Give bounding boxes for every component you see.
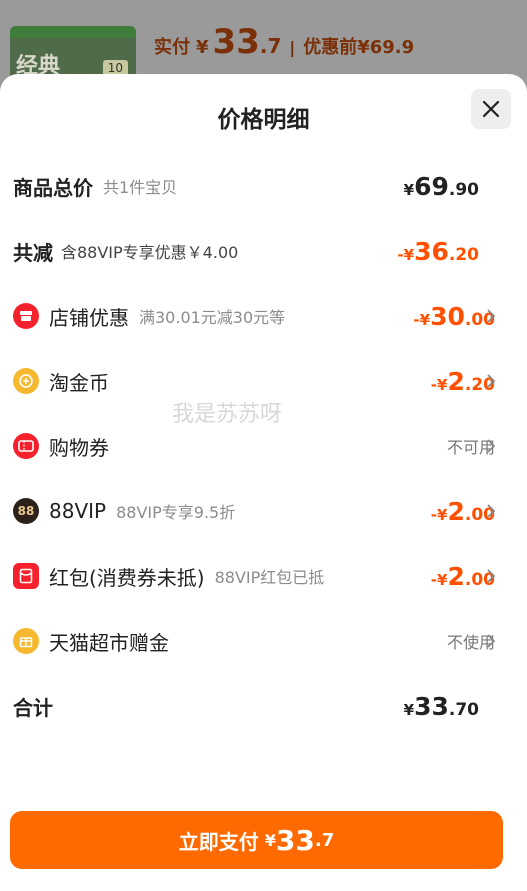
chevron-right-icon xyxy=(487,569,496,583)
tmall-gift-icon xyxy=(13,628,39,654)
bg-pay-int: 33 xyxy=(212,22,260,62)
bg-original-label: 优惠前 xyxy=(303,37,358,58)
red-packet-icon xyxy=(13,563,39,589)
watermark: 我是苏苏呀 xyxy=(172,402,283,427)
88vip-label: 88VIP xyxy=(49,499,107,523)
row-88vip[interactable]: 88 88VIP 88VIP专享9.5折 - ¥2.00 xyxy=(0,491,527,531)
pay-now-label: 立即支付 xyxy=(178,829,259,854)
pay-now-currency: ¥ xyxy=(264,830,276,850)
red-packet-note: 88VIP红包已抵 xyxy=(214,568,325,587)
pay-now-button[interactable]: 立即支付 ¥ 33 .7 xyxy=(10,811,503,869)
row-goods-total: 商品总价 共1件宝贝 ¥69.90 xyxy=(0,166,527,206)
voucher-label: 购物券 xyxy=(49,435,109,460)
tmall-gift-label: 天猫超市赠金 xyxy=(49,630,169,655)
goods-total-price: ¥69.90 xyxy=(403,171,479,201)
row-store-discount[interactable]: 店铺优惠 满30.01元减30元等 - ¥30.00 xyxy=(0,296,527,336)
sum-total-label: 合计 xyxy=(13,695,53,720)
taojinbi-label: 淘金币 xyxy=(49,370,109,395)
voucher-icon xyxy=(13,433,39,459)
88vip-note: 88VIP专享9.5折 xyxy=(116,503,236,522)
bg-pay-label: 实付 xyxy=(154,37,190,58)
store-discount-price: - ¥30.00 xyxy=(413,301,495,331)
sum-total-price: ¥33.70 xyxy=(403,691,479,721)
row-sum-total: 合计 ¥33.70 xyxy=(0,686,527,726)
chevron-right-icon xyxy=(487,374,496,388)
chevron-right-icon xyxy=(487,309,496,323)
pay-now-dec: .7 xyxy=(314,829,335,851)
discount-total-label: 共减 xyxy=(13,240,53,265)
bg-pay-dec: .7 xyxy=(259,34,282,58)
chevron-right-icon xyxy=(487,439,496,453)
background-pay-summary: 实付 ¥ 33 .7 | 优惠前 ¥69.9 xyxy=(154,22,414,62)
taojinbi-coin-icon xyxy=(13,368,39,394)
pay-now-int: 33 xyxy=(275,823,315,857)
store-discount-label: 店铺优惠 xyxy=(49,305,129,330)
store-coupon-icon xyxy=(13,303,39,329)
row-red-packet[interactable]: 红包(消费券未抵) 88VIP红包已抵 - ¥2.00 xyxy=(0,556,527,596)
red-packet-label: 红包(消费券未抵) xyxy=(49,565,205,590)
88vip-icon: 88 xyxy=(13,498,39,524)
row-discount-total: 共减 含88VIP专享优惠￥4.00 - ¥36.20 xyxy=(0,231,527,271)
row-tmall-gift[interactable]: 天猫超市赠金 不使用 xyxy=(0,621,527,661)
discount-total-note: 含88VIP专享优惠￥4.00 xyxy=(61,243,239,262)
bg-original-price: ¥69.9 xyxy=(357,37,415,58)
discount-total-price: - ¥36.20 xyxy=(397,236,479,266)
price-detail-sheet: 价格明细 商品总价 共1件宝贝 ¥69.90 共减 含88VIP专享优惠￥4.0… xyxy=(0,74,527,891)
close-button[interactable] xyxy=(471,89,511,129)
sheet-title: 价格明细 xyxy=(217,107,310,133)
store-discount-note: 满30.01元减30元等 xyxy=(139,308,286,327)
chevron-right-icon xyxy=(487,634,496,648)
chevron-right-icon xyxy=(487,504,496,518)
bg-separator: | xyxy=(289,38,296,57)
bg-currency: ¥ xyxy=(196,37,209,58)
goods-count: 共1件宝贝 xyxy=(103,178,178,197)
goods-total-label: 商品总价 xyxy=(13,175,93,200)
row-taojinbi[interactable]: 淘金币 - ¥2.20 xyxy=(0,361,527,401)
row-voucher[interactable]: 购物券 不可用 xyxy=(0,426,527,466)
close-icon xyxy=(482,100,500,118)
